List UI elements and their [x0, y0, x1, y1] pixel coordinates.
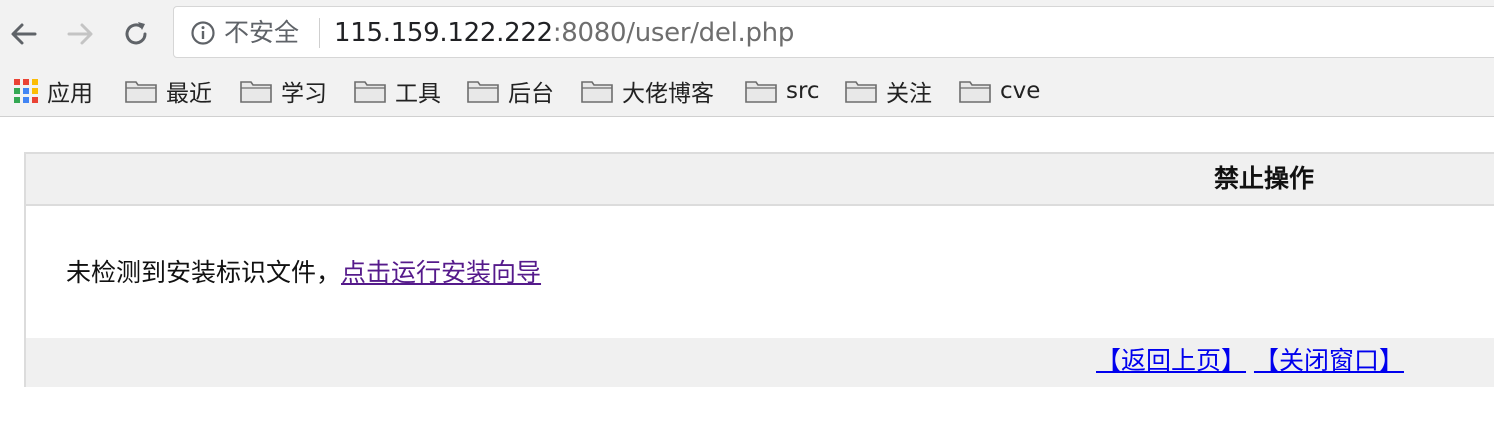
folder-icon	[959, 81, 991, 103]
url-text[interactable]: 115.159.122.222:8080/user/del.php	[334, 17, 794, 49]
folder-icon	[240, 81, 272, 103]
bookmark-folder[interactable]: 关注	[845, 72, 932, 110]
install-wizard-link[interactable]: 点击运行安装向导	[341, 258, 541, 287]
bookmark-folder[interactable]: src	[745, 72, 820, 110]
info-circle-icon[interactable]	[190, 20, 216, 46]
message-text: 未检测到安装标识文件，点击运行安装向导	[66, 256, 541, 290]
bookmark-folder[interactable]: 最近	[125, 72, 212, 110]
bookmarks-bar: 应用 最近 学习 工具 后台 大佬博客 src 关注 cve	[0, 66, 1494, 117]
arrow-left-icon	[11, 23, 37, 45]
bookmark-label: 学习	[281, 81, 327, 107]
panel-header: 禁止操作	[26, 154, 1494, 206]
address-bar[interactable]: 不安全 115.159.122.222:8080/user/del.php	[173, 6, 1494, 58]
bookmark-label: 应用	[47, 81, 93, 107]
arrow-right-icon	[67, 23, 93, 45]
folder-icon	[467, 81, 499, 103]
bookmark-folder[interactable]: cve	[959, 72, 1040, 110]
reload-icon	[125, 22, 147, 45]
security-label[interactable]: 不安全	[224, 17, 299, 49]
bookmark-folder[interactable]: 后台	[467, 72, 554, 110]
bookmark-label: 最近	[166, 81, 212, 107]
reload-button[interactable]	[116, 14, 156, 54]
bookmark-folder[interactable]: 学习	[240, 72, 327, 110]
bookmark-label: 后台	[508, 81, 554, 107]
bookmark-folder[interactable]: 工具	[354, 72, 441, 110]
apps-grid-icon	[14, 79, 38, 103]
browser-toolbar: 不安全 115.159.122.222:8080/user/del.php	[0, 0, 1494, 66]
bookmark-label: cve	[1000, 78, 1041, 104]
go-back-link[interactable]: 【返回上页】	[1096, 346, 1246, 375]
folder-icon	[745, 81, 777, 103]
folder-icon	[581, 81, 613, 103]
message-prefix: 未检测到安装标识文件，	[66, 258, 342, 287]
close-window-link[interactable]: 【关闭窗口】	[1254, 346, 1404, 375]
url-path: :8080/user/del.php	[552, 18, 795, 48]
bookmark-apps[interactable]: 应用	[14, 72, 93, 110]
back-button[interactable]	[4, 14, 44, 54]
panel-title: 禁止操作	[1214, 164, 1315, 193]
message-panel: 禁止操作 未检测到安装标识文件，点击运行安装向导 【返回上页】 【关闭窗口】	[24, 152, 1494, 387]
panel-body: 未检测到安装标识文件，点击运行安装向导	[26, 206, 1494, 338]
bookmark-label: 大佬博客	[622, 81, 714, 107]
bookmark-folder[interactable]: 大佬博客	[581, 72, 714, 110]
footer-links: 【返回上页】 【关闭窗口】	[1096, 344, 1404, 378]
bookmark-label: 工具	[395, 81, 441, 107]
forward-button[interactable]	[60, 14, 100, 54]
address-divider	[319, 18, 320, 48]
folder-icon	[125, 81, 157, 103]
bookmark-label: src	[786, 78, 820, 104]
url-host: 115.159.122.222	[334, 18, 553, 48]
folder-icon	[354, 81, 386, 103]
folder-icon	[845, 81, 877, 103]
bookmark-label: 关注	[886, 81, 932, 107]
panel-footer: 【返回上页】 【关闭窗口】	[26, 338, 1494, 387]
